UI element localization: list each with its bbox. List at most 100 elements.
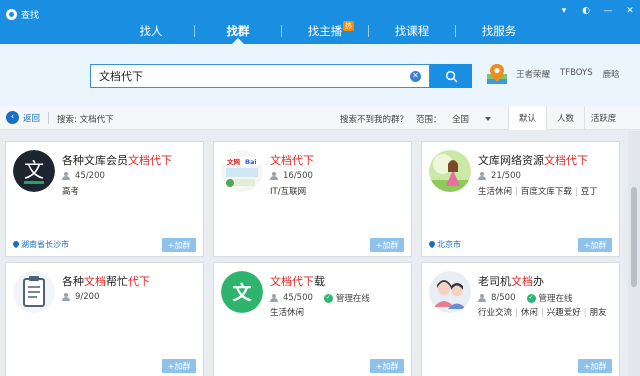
top-bar: 查找 ▾ ◐ — ✕ 找人 找群 找主播 热 找课程 找服务: [0, 0, 640, 44]
member-count-text: 9/200: [75, 292, 100, 302]
join-group-button[interactable]: +加群: [370, 238, 404, 252]
group-name-highlight: 文档代下: [270, 275, 314, 288]
group-tag: 生活休闲: [478, 187, 513, 197]
group-location: 北京市: [429, 239, 461, 250]
group-name[interactable]: 文档代下: [270, 152, 314, 168]
group-card[interactable]: 文网 Bai 文档代下 16/500 IT/互联网 +加群: [213, 141, 412, 257]
group-name-highlight: 文档: [84, 275, 106, 288]
check-icon: ✓: [323, 293, 333, 303]
search-area: ✕ 王者荣耀 TFBOYS 鹿晗: [0, 44, 640, 106]
group-tag: 高考: [62, 187, 80, 197]
group-card[interactable]: 文 文档代下载 45/500 ✓ 管理在线 生活休闲 +加群: [213, 262, 412, 376]
group-name-text: 各种文库会员: [62, 154, 128, 167]
range-dropdown[interactable]: 全国: [452, 113, 492, 125]
group-name-text: 文库网络资源: [478, 154, 544, 167]
admin-online-text: 管理在线: [335, 294, 370, 304]
group-tags: 生活休闲: [270, 306, 304, 318]
range-value: 全国: [452, 115, 470, 125]
join-group-button[interactable]: +加群: [370, 359, 404, 373]
tab-find-streamers[interactable]: 找主播 热: [282, 18, 368, 44]
group-tags: 行业交流 | 休闲 | 兴趣爱好 | 朋友: [478, 306, 607, 318]
group-name-highlight: 文档代下: [544, 154, 588, 167]
check-icon: ✓: [526, 293, 536, 303]
member-count-text: 16/500: [283, 171, 313, 181]
minimize-icon[interactable]: —: [602, 6, 614, 16]
member-count-text: 21/500: [491, 171, 521, 181]
group-tags: 高考: [62, 185, 79, 197]
tag-divider: |: [515, 308, 518, 318]
group-tag: 百度文库下载: [520, 187, 572, 197]
back-button[interactable]: ‹ 返回: [6, 111, 40, 124]
members-icon: [270, 172, 280, 180]
skin-icon[interactable]: ◐: [580, 6, 592, 16]
group-name-highlight: 文档: [511, 275, 533, 288]
search-box: ✕: [90, 64, 430, 88]
tag-divider: |: [574, 187, 578, 197]
group-card[interactable]: 文 各种文库会员文档代下 45/200 高考 湖南省长沙市 +加群: [5, 141, 204, 257]
admin-online-text: 管理在线: [538, 294, 573, 304]
join-group-button[interactable]: +加群: [162, 359, 196, 373]
group-name-highlight: 文档代下: [128, 154, 172, 167]
search-input[interactable]: [91, 65, 410, 87]
group-name[interactable]: 各种文档帮忙代下: [62, 273, 150, 289]
group-name[interactable]: 各种文库会员文档代下: [62, 152, 172, 168]
sort-members[interactable]: 人数: [546, 106, 584, 130]
tag-divider: |: [515, 187, 518, 197]
member-count: 45/500 ✓ 管理在线: [270, 292, 370, 304]
group-name-text: 各种: [62, 275, 84, 288]
group-name[interactable]: 文档代下载: [270, 273, 325, 289]
group-name[interactable]: 文库网络资源文档代下: [478, 152, 588, 168]
hot-word[interactable]: 鹿晗: [603, 68, 620, 80]
sort-default[interactable]: 默认: [508, 106, 546, 130]
range-label: 范围：: [416, 115, 442, 125]
member-count: 9/200: [62, 292, 100, 302]
group-name-text: 老司机: [478, 275, 511, 288]
group-name-highlight: 代下: [128, 275, 150, 288]
join-group-button[interactable]: +加群: [578, 359, 612, 373]
members-icon: [62, 172, 72, 180]
members-icon: [270, 294, 280, 302]
join-group-button[interactable]: +加群: [162, 238, 196, 252]
search-icon: [445, 70, 457, 82]
map-location-icon[interactable]: [486, 62, 508, 86]
group-tag: 朋友: [589, 308, 607, 318]
location-pin-icon: [13, 241, 19, 249]
tab-find-courses[interactable]: 找课程: [369, 18, 455, 44]
sort-activity[interactable]: 活跃度: [584, 106, 622, 130]
group-tags: IT/互联网: [270, 185, 306, 197]
close-icon[interactable]: ✕: [624, 6, 636, 16]
clear-icon[interactable]: ✕: [410, 70, 421, 82]
members-icon: [62, 293, 72, 301]
group-card[interactable]: 文库网络资源文档代下 21/500 生活休闲 | 百度文库下载 | 豆丁 北京市 +加群: [421, 141, 620, 257]
group-avatar: 文: [13, 150, 55, 192]
hot-search-words: 王者荣耀 TFBOYS 鹿晗: [516, 68, 620, 80]
tab-find-services[interactable]: 找服务: [456, 18, 542, 44]
back-arrow-icon: ‹: [6, 111, 19, 124]
search-button[interactable]: [430, 64, 472, 88]
location-pin-icon: [429, 241, 435, 249]
tab-find-groups[interactable]: 找群: [195, 18, 281, 44]
group-card[interactable]: 各种文档帮忙代下 9/200 +加群: [5, 262, 204, 376]
group-avatar: 文: [221, 271, 263, 313]
nav-tabs: 找人 找群 找主播 热 找课程 找服务: [108, 18, 542, 44]
group-tag: 行业交流: [478, 308, 513, 318]
hot-word[interactable]: TFBOYS: [560, 68, 593, 80]
tab-find-people[interactable]: 找人: [108, 18, 194, 44]
group-location-text: 北京市: [437, 240, 461, 249]
scrollbar-thumb[interactable]: [631, 187, 637, 287]
group-tags: 生活休闲 | 百度文库下载 | 豆丁: [478, 185, 598, 197]
results-scrollbar[interactable]: [628, 131, 640, 376]
hot-badge: 热: [343, 21, 354, 31]
results-grid: 文 各种文库会员文档代下 45/200 高考 湖南省长沙市 +加群 文网 Bai…: [0, 131, 628, 376]
tag-divider: |: [583, 308, 587, 318]
group-card[interactable]: 老司机文档办 8/500 ✓ 管理在线 行业交流 | 休闲 | 兴趣爱好 | 朋友 +加群: [421, 262, 620, 376]
hot-word[interactable]: 王者荣耀: [516, 68, 550, 80]
group-name[interactable]: 老司机文档办: [478, 273, 544, 289]
menu-dropdown-icon[interactable]: ▾: [558, 6, 570, 16]
not-found-link[interactable]: 搜索不到我的群？: [340, 113, 408, 125]
join-group-button[interactable]: +加群: [578, 238, 612, 252]
group-avatar: [13, 271, 55, 313]
group-avatar: 文网 Bai: [221, 150, 263, 192]
svg-text:Bai: Bai: [245, 158, 257, 166]
svg-text:文: 文: [232, 281, 252, 304]
